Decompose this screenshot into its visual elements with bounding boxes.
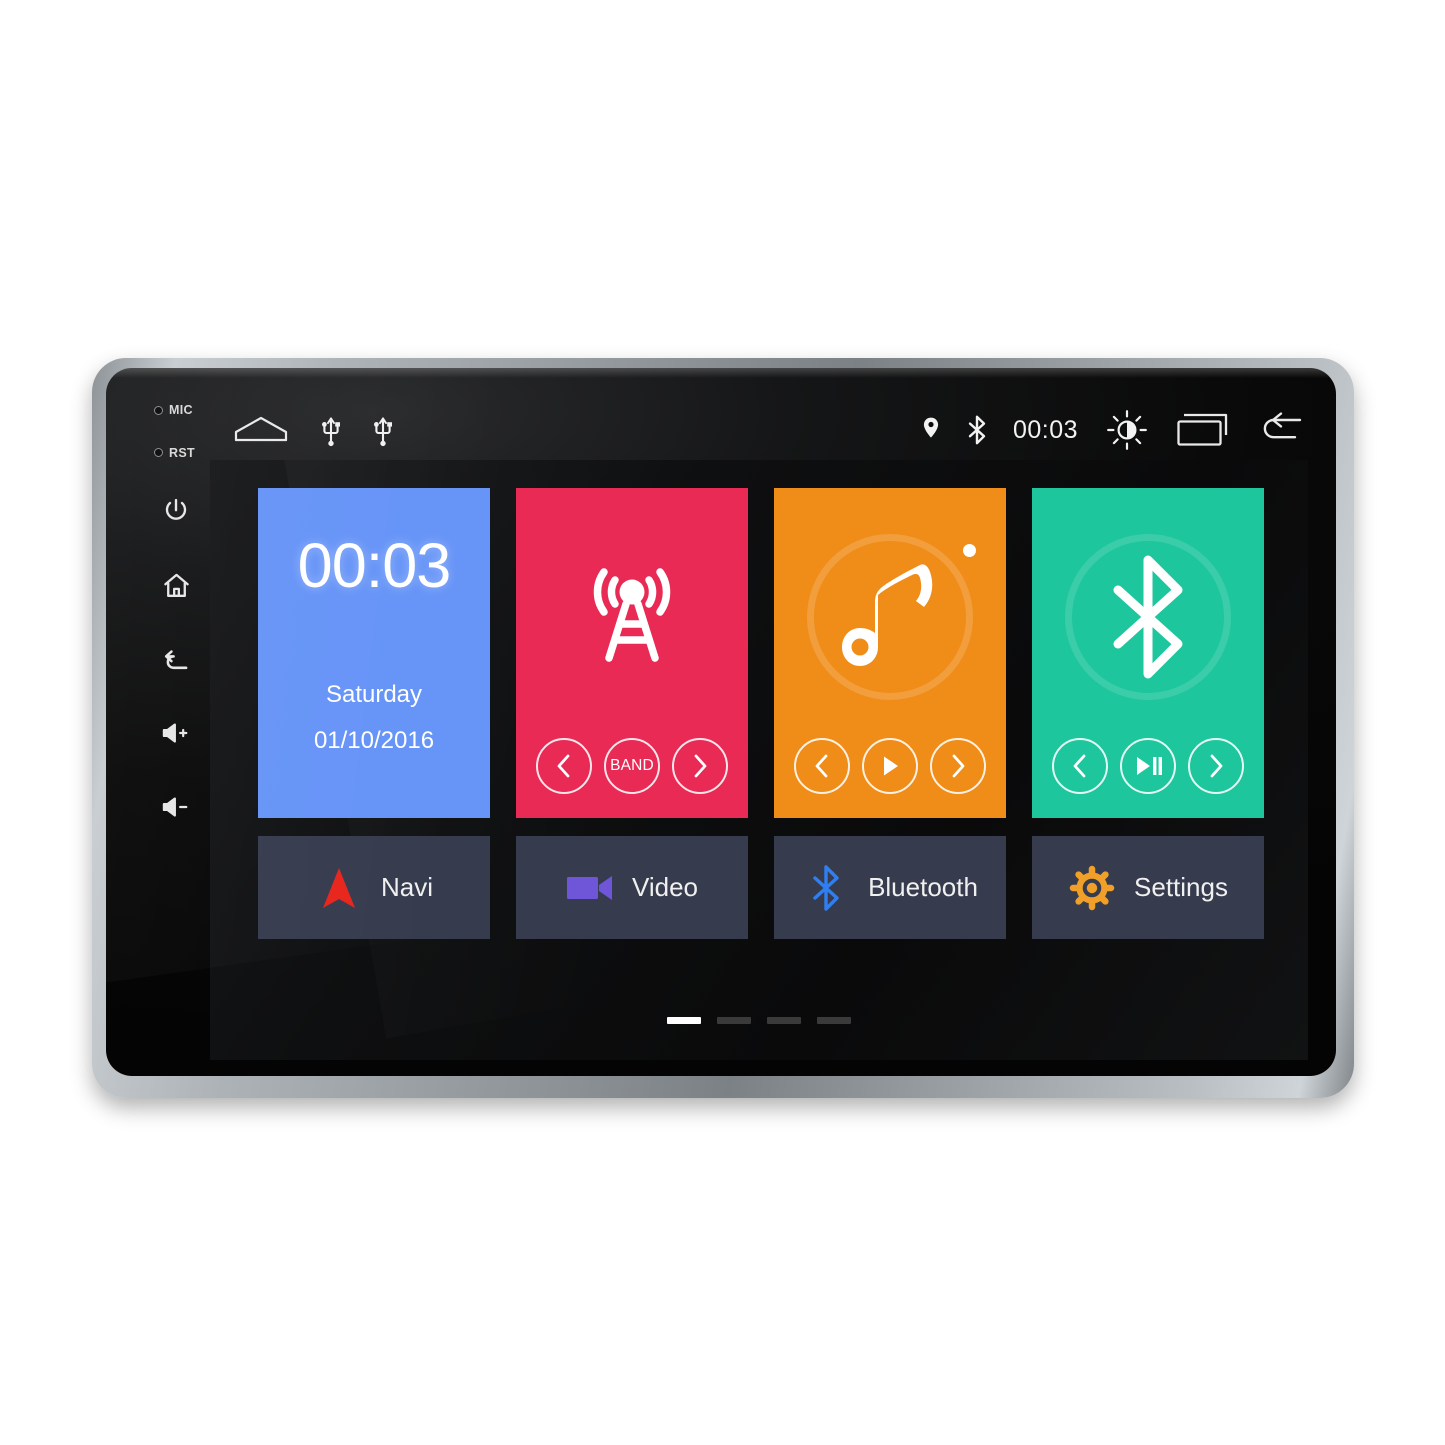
music-ring-dot <box>963 544 976 557</box>
music-tile[interactable] <box>774 488 1006 818</box>
usb-icon-2 <box>372 413 394 447</box>
volume-down-button[interactable] <box>154 785 198 829</box>
radio-tile[interactable]: BAND <box>516 488 748 818</box>
touchscreen-home-screen: 00:03 Saturday 01/10/2016 BAND Navi Vide… <box>210 460 1308 1060</box>
volume-up-button[interactable] <box>154 711 198 755</box>
reset-label: RST <box>169 445 195 460</box>
mic-hole-icon <box>154 405 163 415</box>
volume-down-icon <box>160 793 192 821</box>
bt-next-button[interactable] <box>1188 738 1244 794</box>
reset-hole-icon[interactable] <box>154 448 163 458</box>
bluetooth-shortcut-label: Bluetooth <box>868 872 978 902</box>
home-button[interactable] <box>154 563 198 607</box>
bt-prev-button[interactable] <box>1052 738 1108 794</box>
radio-band-button[interactable]: BAND <box>604 738 660 794</box>
clock-tile-time: 00:03 <box>297 531 452 601</box>
car-head-unit-device: MIC RST 00:03 00:03 Saturday 01/10/2016 … <box>92 358 1354 1098</box>
reset-port[interactable]: RST <box>154 445 232 460</box>
bluetooth-audio-tile[interactable] <box>1032 488 1264 818</box>
navi-shortcut[interactable]: Navi <box>258 836 490 939</box>
navi-shortcut-label: Navi <box>380 872 433 902</box>
music-prev-button[interactable] <box>794 738 850 794</box>
location-pin-icon <box>921 416 941 444</box>
video-shortcut[interactable]: Video <box>516 836 748 939</box>
video-camera-icon <box>566 866 614 910</box>
home-icon[interactable] <box>232 410 290 450</box>
bezel-gloss <box>106 368 1336 378</box>
power-button[interactable] <box>154 489 198 533</box>
radio-tower-icon <box>516 522 748 712</box>
bluetooth-audio-controls <box>1032 738 1264 794</box>
bluetooth-icon <box>967 415 987 445</box>
radio-next-button[interactable] <box>672 738 728 794</box>
status-bar-clock: 00:03 <box>1012 415 1078 444</box>
clock-tile-date: 01/10/2016 <box>313 727 435 754</box>
gear-icon <box>1068 865 1116 910</box>
mic-label: MIC <box>169 403 193 417</box>
recent-apps-icon[interactable] <box>1176 411 1230 449</box>
page-dot-4[interactable] <box>817 1017 851 1024</box>
volume-up-icon <box>160 719 192 747</box>
device-front-face: MIC RST 00:03 00:03 Saturday 01/10/2016 … <box>106 368 1336 1076</box>
page-dot-1[interactable] <box>667 1017 701 1024</box>
bluetooth-icon <box>802 864 850 911</box>
video-shortcut-label: Video <box>631 872 699 902</box>
bt-play-pause-button[interactable] <box>1120 738 1176 794</box>
status-bar: 00:03 <box>232 398 1308 462</box>
back-arrow-icon[interactable] <box>1256 411 1308 449</box>
bluetooth-shortcut[interactable]: Bluetooth <box>774 836 1006 939</box>
music-controls <box>774 738 1006 794</box>
page-indicator <box>210 1017 1308 1024</box>
settings-shortcut[interactable]: Settings <box>1032 836 1264 939</box>
radio-controls: BAND <box>516 738 748 794</box>
clock-tile[interactable]: 00:03 Saturday 01/10/2016 <box>258 488 490 818</box>
clock-tile-weekday: Saturday <box>325 681 423 708</box>
settings-shortcut-label: Settings <box>1134 872 1228 902</box>
page-dot-3[interactable] <box>767 1017 801 1024</box>
music-next-button[interactable] <box>930 738 986 794</box>
radio-prev-button[interactable] <box>536 738 592 794</box>
home-icon <box>161 570 192 601</box>
brightness-icon[interactable] <box>1104 407 1150 453</box>
shortcut-row: Navi Video Bluetooth Settings <box>258 836 1264 939</box>
back-arrow-icon <box>160 643 192 675</box>
power-icon <box>161 496 191 526</box>
page-dot-2[interactable] <box>717 1017 751 1024</box>
navigation-arrow-icon <box>315 866 363 910</box>
mic-port: MIC <box>154 404 232 417</box>
tile-row: 00:03 Saturday 01/10/2016 BAND <box>258 488 1264 818</box>
music-note-icon <box>774 522 1006 712</box>
music-play-button[interactable] <box>862 738 918 794</box>
usb-icon-1 <box>320 413 342 447</box>
back-button[interactable] <box>154 637 198 681</box>
bluetooth-icon <box>1032 522 1264 712</box>
